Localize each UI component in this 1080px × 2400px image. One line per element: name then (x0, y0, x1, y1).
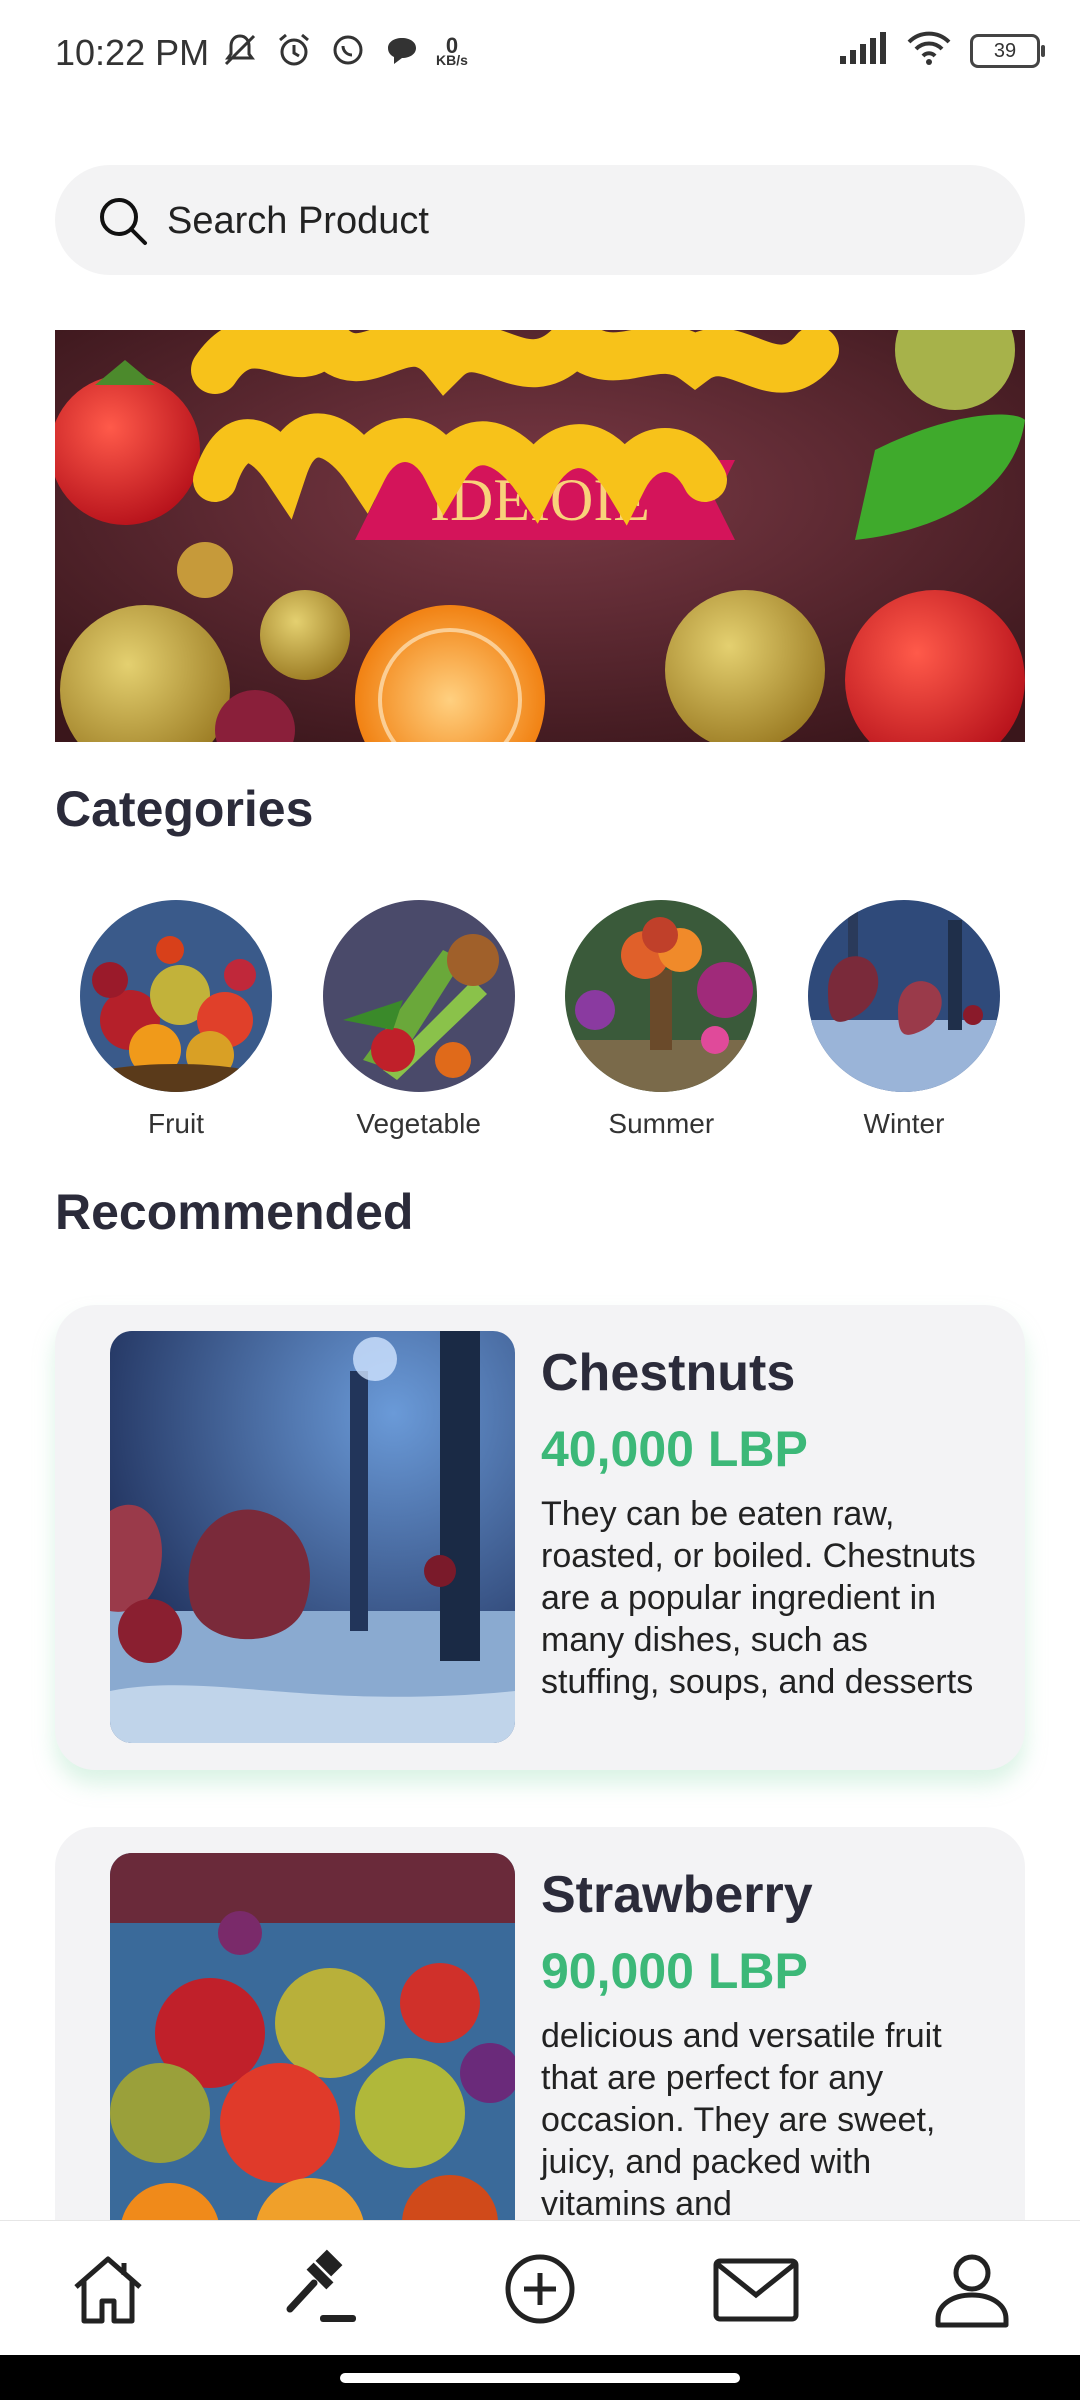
category-fruit[interactable]: Fruit (55, 900, 297, 1140)
category-vegetable[interactable]: Vegetable (298, 900, 540, 1140)
chat-bubble-icon (382, 30, 422, 75)
category-vegetable-image (322, 900, 515, 1092)
status-bar: 10:22 PM 0 KB/s 39 (0, 0, 1080, 110)
home-icon (74, 2256, 142, 2323)
wifi-icon (906, 30, 952, 71)
search-input[interactable] (165, 195, 969, 247)
nav-add-button[interactable] (485, 2234, 595, 2344)
nav-auction-button[interactable] (269, 2234, 379, 2344)
mail-icon (713, 2258, 799, 2321)
categories-title: Categories (55, 781, 314, 837)
product-image (110, 1853, 515, 2265)
category-label: Vegetable (356, 1108, 481, 1139)
nav-home-button[interactable] (53, 2234, 163, 2344)
recommended-title: Recommended (55, 1184, 414, 1240)
category-summer-image (565, 900, 758, 1092)
product-description: They can be eaten raw, roasted, or boile… (541, 1495, 976, 1701)
banner-image: IDEIOIE (55, 330, 1025, 742)
product-name: Strawberry (541, 1866, 813, 1924)
status-time: 10:22 PM (55, 32, 210, 73)
product-card-chestnuts[interactable]: Chestnuts 40,000 LBP They can be eaten r… (55, 1305, 1025, 1770)
signal-icon (838, 30, 888, 71)
product-price: 40,000 LBP (541, 1421, 808, 1477)
promo-banner[interactable]: IDEIOIE (55, 330, 1025, 742)
status-notification-icons: 0 KB/s (220, 30, 468, 75)
nav-messages-button[interactable] (701, 2234, 811, 2344)
search-bar[interactable] (55, 165, 1025, 275)
profile-icon (935, 2254, 1009, 2327)
nav-profile-button[interactable] (917, 2234, 1027, 2344)
product-image (110, 1331, 515, 1743)
product-description: delicious and versatile fruit that are p… (541, 2017, 942, 2223)
auction-icon (286, 2249, 356, 2322)
category-label: Fruit (148, 1108, 204, 1139)
product-name: Chestnuts (541, 1344, 796, 1402)
product-price: 90,000 LBP (541, 1943, 808, 1999)
category-summer[interactable]: Summer (540, 900, 782, 1140)
home-indicator[interactable] (340, 2373, 740, 2383)
add-circle-icon (505, 2254, 575, 2323)
battery-indicator: 39 (970, 33, 1045, 68)
whatsapp-icon (328, 30, 368, 75)
category-fruit-image (80, 900, 272, 1092)
category-winter[interactable]: Winter (783, 900, 1025, 1140)
alarm-icon (274, 30, 314, 75)
category-label: Summer (608, 1108, 715, 1139)
category-winter-image (807, 900, 1000, 1092)
search-icon (97, 195, 149, 252)
category-label: Winter (863, 1108, 945, 1139)
categories-list: Fruit Vegetable Summer Winter (55, 900, 1025, 1140)
bottom-navigation (0, 2220, 1080, 2356)
mute-notification-icon (220, 30, 260, 75)
gesture-bar (0, 2355, 1080, 2400)
status-system-icons: 39 (838, 30, 1045, 71)
network-speed: 0 KB/s (436, 32, 468, 68)
